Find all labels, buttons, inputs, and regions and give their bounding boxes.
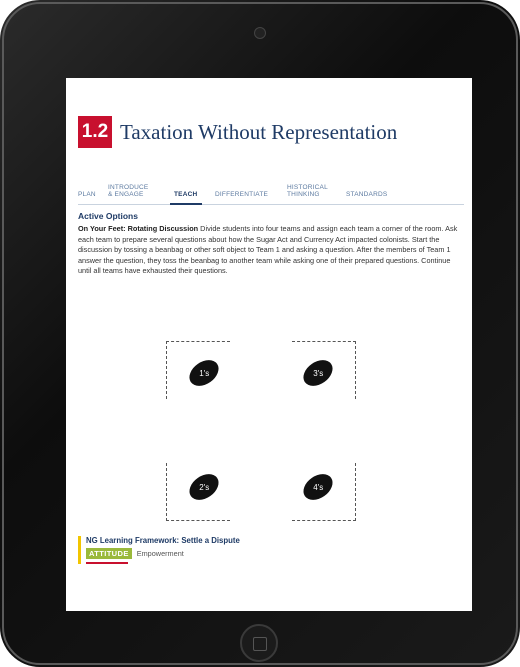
activity-lead: On Your Feet: Rotating Discussion: [78, 224, 199, 234]
team-1-label: 1's: [199, 368, 209, 378]
tab-differentiate[interactable]: DIFFERENTIATE: [215, 191, 268, 198]
active-tab-indicator: [170, 203, 202, 205]
home-button[interactable]: [240, 624, 278, 662]
activity-paragraph: On Your Feet: Rotating Discussion Divide…: [78, 224, 464, 276]
attitude-badge: ATTITUDE: [86, 548, 132, 559]
screen: 1.2 Taxation Without Representation PLAN…: [66, 78, 472, 611]
framework-title: NG Learning Framework: Settle a Dispute: [86, 536, 240, 545]
tablet-frame: 1.2 Taxation Without Representation PLAN…: [0, 0, 520, 667]
tab-plan[interactable]: PLAN: [78, 191, 96, 198]
lesson-header: 1.2 Taxation Without Representation: [78, 116, 397, 148]
lesson-number-badge: 1.2: [78, 116, 112, 148]
lesson-title: Taxation Without Representation: [120, 119, 398, 144]
tab-historical-thinking[interactable]: HISTORICAL THINKING: [287, 184, 328, 198]
team-4-label: 4's: [313, 482, 323, 492]
team-3-label: 3's: [313, 368, 323, 378]
tab-introduce-engage[interactable]: INTRODUCE & ENGAGE: [108, 184, 148, 198]
framework-row: ATTITUDE Empowerment: [86, 548, 472, 559]
room-corners-diagram: 1's 3's 2's 4's: [166, 341, 356, 521]
tab-standards[interactable]: STANDARDS: [346, 191, 387, 198]
team-2-label: 2's: [199, 482, 209, 492]
attitude-value: Empowerment: [136, 549, 184, 558]
learning-framework: NG Learning Framework: Settle a Dispute …: [78, 536, 472, 564]
active-options-section: Active Options On Your Feet: Rotating Di…: [78, 211, 464, 276]
tab-bar: PLAN INTRODUCE & ENGAGE TEACH DIFFERENTI…: [78, 174, 464, 205]
tab-teach[interactable]: TEACH: [174, 191, 197, 198]
camera-icon: [254, 27, 266, 39]
framework-accent-line: [86, 562, 128, 564]
section-heading: Active Options: [78, 211, 138, 221]
